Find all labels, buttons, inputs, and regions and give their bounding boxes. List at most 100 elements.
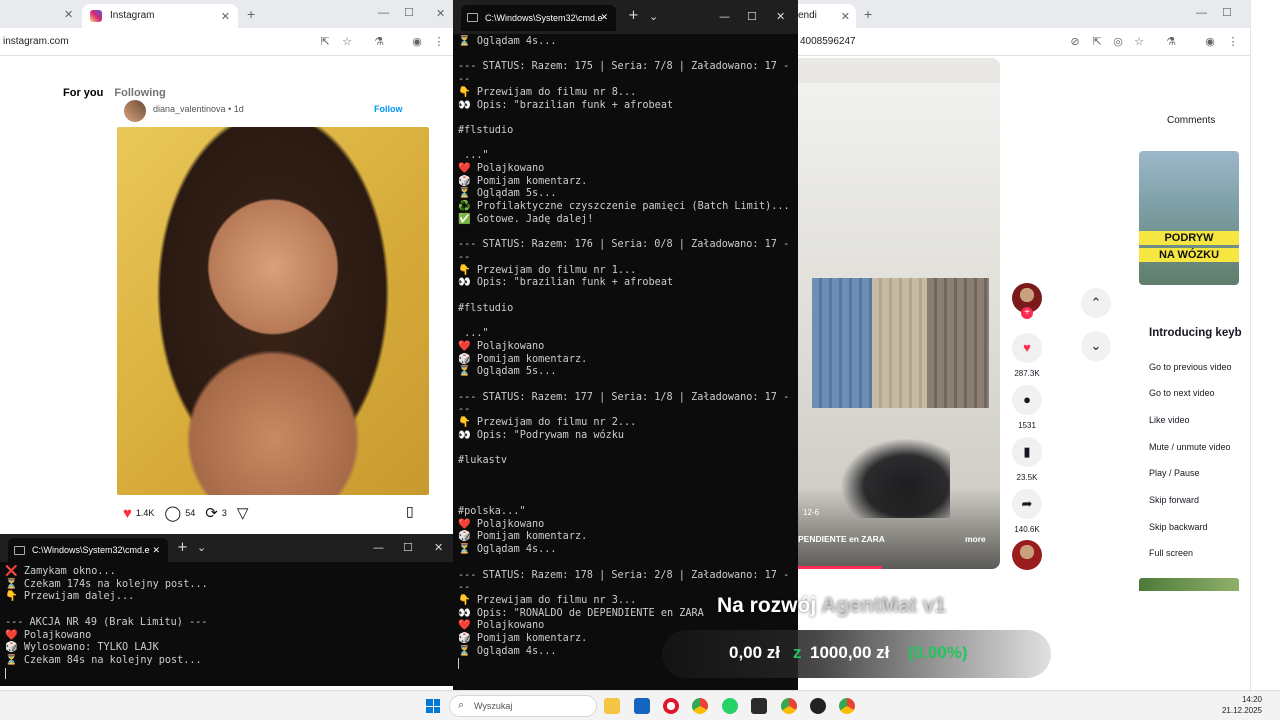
terminal-line: ..." bbox=[458, 150, 489, 162]
comments-tab[interactable]: Comments bbox=[1167, 115, 1215, 126]
new-tab-icon[interactable]: + bbox=[177, 540, 188, 555]
minimize-icon[interactable]: — bbox=[719, 10, 730, 23]
related-video-thumbnail[interactable] bbox=[1139, 578, 1239, 591]
comment-icon[interactable]: ● bbox=[1012, 385, 1042, 415]
thumbnail-text-2: NA WÓZKU bbox=[1139, 248, 1239, 262]
avatar[interactable] bbox=[124, 100, 146, 122]
new-tab-icon[interactable]: + bbox=[628, 8, 639, 23]
chrome-icon[interactable] bbox=[781, 698, 797, 714]
related-video-thumbnail[interactable]: PODRYW NA WÓZKU bbox=[1139, 151, 1239, 285]
follow-plus-icon[interactable]: + bbox=[1021, 307, 1033, 319]
share-icon[interactable]: ▽ bbox=[237, 504, 249, 522]
tab-instagram[interactable]: Instagram ✕ bbox=[82, 4, 238, 28]
system-clock[interactable]: 14:20 21.12.2025 bbox=[1222, 694, 1262, 716]
menu-icon[interactable]: ⋮ bbox=[1226, 35, 1240, 49]
install-app-icon[interactable]: ⇱ bbox=[318, 35, 332, 49]
close-tab-icon[interactable]: ✕ bbox=[600, 12, 608, 23]
comment-icon[interactable]: ◯ bbox=[164, 504, 181, 522]
chrome-icon[interactable] bbox=[839, 698, 855, 714]
more-button[interactable]: more bbox=[965, 534, 986, 544]
minimize-icon[interactable]: — bbox=[378, 7, 389, 19]
saves-count: 23.5K bbox=[1016, 473, 1038, 482]
shortcut-item: Like video bbox=[1149, 415, 1190, 425]
username[interactable]: diana_valentinova bbox=[153, 104, 226, 114]
goal-separator: z bbox=[793, 643, 802, 662]
terminal-output[interactable]: ⏳ Oglądam 4s... --- STATUS: Razem: 175 |… bbox=[453, 34, 798, 671]
bookmark-icon[interactable]: ▮ bbox=[1012, 437, 1042, 467]
terminal-line: 👀 Opis: "brazilian funk + afrobeat bbox=[458, 277, 674, 289]
close-window-icon[interactable]: ✕ bbox=[436, 7, 445, 20]
close-window-icon[interactable]: ✕ bbox=[776, 10, 785, 23]
terminal-line: #flstudio bbox=[458, 302, 514, 314]
chevron-up-icon[interactable]: ⌃ bbox=[1081, 288, 1111, 318]
bookmark-star-icon[interactable]: ☆ bbox=[1132, 35, 1146, 49]
windows-start-icon[interactable] bbox=[426, 699, 440, 713]
share-arrow-icon[interactable]: ➦ bbox=[1012, 489, 1042, 519]
extensions-icon[interactable]: ⚗ bbox=[1164, 35, 1178, 49]
tracking-icon[interactable]: ⊘ bbox=[1068, 35, 1082, 49]
chrome-icon[interactable] bbox=[692, 698, 708, 714]
terminal-line: --- STATUS: Razem: 176 | Seria: 0/8 | Za… bbox=[458, 239, 790, 251]
clothing-rack-brown bbox=[927, 278, 989, 408]
taskbar-search-input[interactable]: ⌕ Wyszukaj bbox=[449, 695, 597, 717]
follow-button[interactable]: Follow bbox=[374, 104, 403, 114]
eye-off-icon[interactable]: ◎ bbox=[1111, 35, 1125, 49]
terminal-line: 👇 Przewijam do filmu nr 2... bbox=[458, 417, 637, 429]
whatsapp-icon[interactable] bbox=[722, 698, 738, 714]
store-icon[interactable] bbox=[634, 698, 650, 714]
terminal-icon[interactable] bbox=[751, 698, 767, 714]
terminal-line: ❤️ Polajkowano bbox=[5, 629, 92, 641]
chevron-down-icon[interactable]: ⌄ bbox=[197, 541, 206, 554]
tab-for-you[interactable]: For you bbox=[63, 87, 103, 99]
video-player[interactable]: 12-6 PENDIENTE en ZARA more bbox=[798, 58, 1000, 569]
new-tab-icon[interactable]: + bbox=[864, 6, 872, 22]
extensions-icon[interactable]: ⚗ bbox=[372, 35, 386, 49]
chevron-down-icon[interactable]: ⌄ bbox=[1081, 331, 1111, 361]
music-disc-avatar[interactable] bbox=[1012, 540, 1042, 570]
close-tab-icon[interactable]: ✕ bbox=[64, 8, 73, 21]
minimize-icon[interactable]: — bbox=[373, 541, 384, 554]
address-bar[interactable]: instagram.com ⇱ ☆ ⚗ ◉ ⋮ bbox=[0, 28, 455, 56]
close-tab-icon[interactable]: ✕ bbox=[152, 545, 160, 556]
terminal-line: #lukastv bbox=[458, 455, 508, 467]
minimize-icon[interactable]: — bbox=[1196, 7, 1207, 19]
like-heart-icon[interactable]: ♥ bbox=[123, 505, 132, 522]
maximize-icon[interactable]: ☐ bbox=[403, 541, 413, 554]
opera-icon[interactable] bbox=[663, 698, 679, 714]
bookmark-star-icon[interactable]: ☆ bbox=[340, 35, 354, 49]
url-text[interactable]: 4008596247 bbox=[800, 36, 856, 47]
maximize-icon[interactable]: ☐ bbox=[1222, 6, 1232, 19]
video-progress-bar[interactable] bbox=[798, 566, 882, 569]
file-explorer-icon[interactable] bbox=[604, 698, 620, 714]
new-tab-icon[interactable]: + bbox=[247, 6, 255, 22]
profile-icon[interactable]: ◉ bbox=[410, 35, 424, 49]
menu-icon[interactable]: ⋮ bbox=[432, 35, 446, 49]
comments-count: 1531 bbox=[1018, 421, 1036, 430]
close-window-icon[interactable]: ✕ bbox=[434, 541, 443, 554]
chevron-down-icon[interactable]: ⌄ bbox=[649, 10, 658, 23]
terminal-line: ✅ Gotowe. Jadę dalej! bbox=[458, 213, 594, 225]
close-tab-icon[interactable]: ✕ bbox=[841, 10, 850, 23]
terminal-line: #polska..." bbox=[458, 506, 526, 518]
close-tab-icon[interactable]: ✕ bbox=[221, 10, 230, 23]
tab-following[interactable]: Following bbox=[114, 87, 165, 99]
terminal-tab[interactable]: C:\Windows\System32\cmd.e ✕ bbox=[461, 5, 616, 31]
instagram-favicon-icon bbox=[90, 10, 102, 22]
like-heart-icon[interactable]: ♥ bbox=[1012, 333, 1042, 363]
terminal-line: ♻️ Profilaktyczne czyszczenie pamięci (B… bbox=[458, 201, 790, 213]
tab-tiktok[interactable]: endi ✕ bbox=[798, 4, 856, 28]
url-text[interactable]: instagram.com bbox=[3, 36, 69, 47]
obs-icon[interactable] bbox=[810, 698, 826, 714]
maximize-icon[interactable]: ☐ bbox=[747, 10, 757, 23]
ceiling bbox=[798, 58, 1000, 83]
maximize-icon[interactable]: ☐ bbox=[404, 6, 414, 19]
post-image[interactable] bbox=[117, 127, 429, 495]
install-app-icon[interactable]: ⇱ bbox=[1090, 35, 1104, 49]
terminal-output[interactable]: ❌ Zamykam okno... ⏳ Czekam 174s na kolejn… bbox=[0, 562, 453, 681]
profile-icon[interactable]: ◉ bbox=[1203, 35, 1217, 49]
repost-icon[interactable]: ⟳ bbox=[205, 504, 218, 522]
save-bookmark-icon[interactable]: ▯ bbox=[406, 503, 414, 520]
address-bar[interactable]: 4008596247 ⊘ ⇱ ◎ ☆ ⚗ ◉ ⋮ bbox=[798, 28, 1250, 56]
terminal-tab[interactable]: C:\Windows\System32\cmd.e ✕ bbox=[8, 538, 168, 562]
